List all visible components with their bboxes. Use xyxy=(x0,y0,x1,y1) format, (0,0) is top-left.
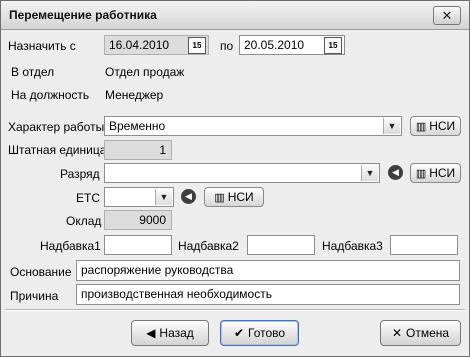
work-type-value: Временно xyxy=(109,119,166,133)
grade-nsi-button[interactable]: ▥ НСИ xyxy=(410,163,461,183)
work-type-select[interactable]: Временно ▼ xyxy=(104,116,402,136)
nsi-label: НСИ xyxy=(429,166,456,180)
salary-label: Оклад xyxy=(66,214,102,228)
book-icon: ▥ xyxy=(214,192,225,204)
checkmark-icon: ✔ xyxy=(233,326,244,340)
reason-label: Причина xyxy=(10,289,59,303)
chevron-down-icon: ▼ xyxy=(155,189,172,205)
date-from-value: 16.04.2010 xyxy=(109,38,170,52)
dept-value: Отдел продаж xyxy=(105,65,185,79)
back-label: Назад xyxy=(159,326,194,340)
work-type-label: Характер работы xyxy=(8,120,105,134)
staff-unit-field: 1 xyxy=(104,140,172,160)
grade-add-icon[interactable]: ◀ xyxy=(388,165,403,180)
chevron-down-icon: ▼ xyxy=(361,165,378,181)
staff-unit-value: 1 xyxy=(159,143,166,157)
date-from-field[interactable]: 16.04.2010 15 xyxy=(104,35,209,55)
grade-label: Разряд xyxy=(60,167,100,181)
dialog-window: Перемещение работника ✕ Назначить с 16.0… xyxy=(0,0,470,357)
cancel-label: Отмена xyxy=(406,326,450,340)
ets-add-icon[interactable]: ◀ xyxy=(181,189,196,204)
footer-divider xyxy=(5,309,465,311)
assign-from-label: Назначить с xyxy=(8,39,76,53)
window-title: Перемещение работника xyxy=(9,8,157,22)
book-icon: ▥ xyxy=(415,168,427,180)
reason-field[interactable]: производственная необходимость xyxy=(76,284,460,305)
work-type-nsi-button[interactable]: ▥ НСИ xyxy=(410,116,461,136)
back-button[interactable]: ◀ Назад xyxy=(131,320,209,346)
chevron-down-icon: ▼ xyxy=(383,118,400,134)
nsi-label: НСИ xyxy=(429,119,456,133)
calendar-icon[interactable]: 15 xyxy=(324,37,342,54)
bonus3-label: Надбавка3 xyxy=(322,239,383,253)
done-button[interactable]: ✔ Готово xyxy=(220,320,299,346)
book-icon: ▥ xyxy=(415,121,427,133)
title-bar: Перемещение работника ✕ xyxy=(1,1,469,30)
position-label: На должность xyxy=(11,88,90,102)
done-label: Готово xyxy=(248,326,286,340)
bonus1-field[interactable] xyxy=(104,235,172,255)
grade-select[interactable]: ▼ xyxy=(104,163,380,183)
salary-field: 9000 xyxy=(104,210,172,230)
close-button[interactable]: ✕ xyxy=(433,6,461,25)
arrow-left-icon: ◀ xyxy=(146,326,156,340)
salary-value: 9000 xyxy=(139,213,166,227)
ets-select[interactable]: ▼ xyxy=(104,187,174,207)
cancel-button[interactable]: ✕ Отмена xyxy=(380,320,461,346)
dept-label: В отдел xyxy=(11,65,55,79)
assign-to-label: по xyxy=(220,39,234,53)
position-value: Менеджер xyxy=(105,88,164,102)
calendar-icon[interactable]: 15 xyxy=(188,37,206,54)
bonus1-label: Надбавка1 xyxy=(40,239,101,253)
date-to-value: 20.05.2010 xyxy=(244,38,305,52)
bonus3-field[interactable] xyxy=(390,235,458,255)
bonus2-field[interactable] xyxy=(247,235,315,255)
nsi-label: НСИ xyxy=(227,190,254,204)
basis-value: распоряжение руководства xyxy=(81,263,234,277)
basis-field[interactable]: распоряжение руководства xyxy=(76,260,460,281)
reason-value: производственная необходимость xyxy=(81,287,272,301)
close-icon: ✕ xyxy=(441,8,453,23)
ets-nsi-button[interactable]: ▥ НСИ xyxy=(204,187,264,207)
ets-label: ЕТС xyxy=(76,191,100,205)
basis-label: Основание xyxy=(10,265,72,279)
close-icon: ✕ xyxy=(391,326,402,340)
bonus2-label: Надбавка2 xyxy=(178,239,239,253)
staff-unit-label: Штатная единица xyxy=(8,143,107,157)
date-to-field[interactable]: 20.05.2010 15 xyxy=(239,35,345,55)
